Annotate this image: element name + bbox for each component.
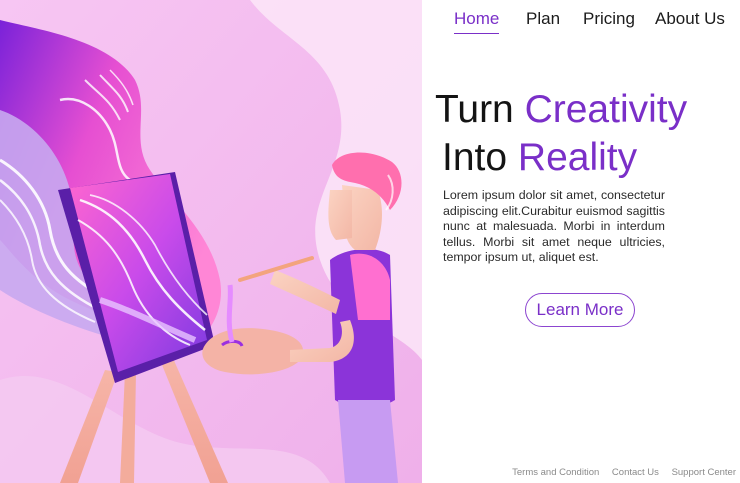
hero-description: Lorem ipsum dolor sit amet, consectetur … xyxy=(443,188,665,265)
painter-artwork xyxy=(0,0,422,483)
nav-about-us-label: About Us xyxy=(655,9,725,28)
nav-pricing-link[interactable]: Pricing xyxy=(583,9,635,29)
hero-title-word-turn: Turn xyxy=(435,88,514,131)
nav-about-us-link[interactable]: About Us xyxy=(655,9,725,29)
learn-more-button[interactable]: Learn More xyxy=(525,293,635,327)
nav-plan-link[interactable]: Plan xyxy=(526,9,560,29)
footer-link-contact[interactable]: Contact Us xyxy=(612,467,659,478)
nav-home-link[interactable]: Home xyxy=(454,9,500,34)
hero-title-line-1: Turn Creativity xyxy=(435,86,735,134)
nav-plan-label: Plan xyxy=(526,9,561,28)
footer-link-support[interactable]: Support Center xyxy=(672,467,736,478)
hero-illustration xyxy=(0,0,422,483)
hero-title-accent-creativity: Creativity xyxy=(524,88,688,131)
nav-pricing-label: Pricing xyxy=(583,9,635,28)
active-nav-indicator xyxy=(454,32,500,34)
footer-links: Terms and Condition Contact Us Support C… xyxy=(502,467,736,478)
hero-title-accent-reality: Reality xyxy=(517,136,638,179)
top-nav: Home Plan Pricing About Us xyxy=(422,0,740,40)
hero-title-word-into: Into xyxy=(442,136,508,179)
hero-title: Turn Creativity Into Reality xyxy=(435,86,735,182)
footer-link-terms[interactable]: Terms and Condition xyxy=(512,467,599,478)
hero-title-line-2: Into Reality xyxy=(435,134,735,182)
nav-home-label: Home xyxy=(454,9,500,28)
